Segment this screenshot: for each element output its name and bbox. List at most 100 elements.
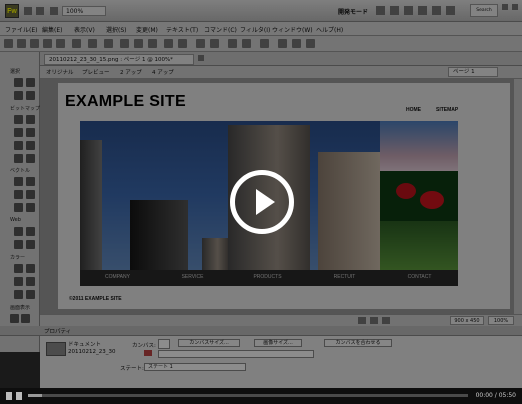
tools-icon[interactable] bbox=[404, 6, 413, 15]
knife-tool-icon[interactable] bbox=[26, 203, 35, 212]
open-icon[interactable] bbox=[17, 39, 26, 48]
view-2up[interactable]: 2 アップ bbox=[120, 68, 142, 76]
view-preview[interactable]: プレビュー bbox=[82, 68, 110, 76]
play-button[interactable] bbox=[230, 170, 294, 234]
vertical-scrollbar[interactable] bbox=[514, 79, 522, 314]
ungroup-icon[interactable] bbox=[178, 39, 187, 48]
wand-tool-icon[interactable] bbox=[14, 128, 23, 137]
swap-colors-icon[interactable] bbox=[26, 290, 35, 299]
marquee-tool-icon[interactable] bbox=[14, 115, 23, 124]
canvas-size-button[interactable]: カンバスサイズ... bbox=[178, 339, 240, 347]
search-field[interactable]: Search bbox=[470, 4, 498, 17]
menu-help[interactable]: ヘルプ(H) bbox=[316, 25, 343, 34]
menu-window[interactable]: ウィンドウ(W) bbox=[272, 25, 313, 34]
send-back-icon[interactable] bbox=[242, 39, 251, 48]
stamp-tool-icon[interactable] bbox=[26, 154, 35, 163]
close-icon[interactable] bbox=[512, 4, 518, 10]
arrow-icon[interactable] bbox=[24, 7, 32, 15]
fit-canvas-button[interactable]: カンバスを合わせる bbox=[324, 339, 392, 347]
close-tab-icon[interactable] bbox=[198, 55, 204, 61]
print-icon[interactable] bbox=[72, 39, 81, 48]
hide-slices-icon[interactable] bbox=[14, 240, 23, 249]
redo-icon[interactable] bbox=[104, 39, 113, 48]
image-size-button[interactable]: 画像サイズ... bbox=[254, 339, 302, 347]
view-original[interactable]: オリジナル bbox=[46, 68, 74, 76]
eyedropper-tool-icon[interactable] bbox=[14, 264, 23, 273]
subselect-tool-icon[interactable] bbox=[26, 78, 35, 87]
rotate-left-icon[interactable] bbox=[278, 39, 287, 48]
flip-icon[interactable] bbox=[306, 39, 315, 48]
folder-icon[interactable] bbox=[418, 6, 427, 15]
crop-tool-icon[interactable] bbox=[26, 91, 35, 100]
zoom-select[interactable]: 100% bbox=[62, 6, 106, 16]
align-icon[interactable] bbox=[260, 39, 269, 48]
properties-header[interactable]: プロパティ bbox=[0, 326, 522, 336]
line-tool-icon[interactable] bbox=[14, 177, 23, 186]
standard-screen-icon[interactable] bbox=[10, 314, 19, 323]
workspace-mode[interactable]: 開発モード bbox=[338, 7, 368, 16]
zoom-readout[interactable]: 100% bbox=[488, 316, 514, 325]
menu-commands[interactable]: コマンド(C) bbox=[204, 25, 237, 34]
canvas-option-select[interactable] bbox=[158, 350, 314, 358]
bucket-tool-icon[interactable] bbox=[26, 264, 35, 273]
hotspot-tool-icon[interactable] bbox=[14, 227, 23, 236]
last-frame-icon[interactable] bbox=[382, 317, 390, 324]
freeform-tool-icon[interactable] bbox=[14, 203, 23, 212]
properties-title: プロパティ bbox=[44, 329, 72, 335]
menu-text[interactable]: テキスト(T) bbox=[166, 25, 198, 34]
group-icon[interactable] bbox=[164, 39, 173, 48]
eraser-tool-icon[interactable] bbox=[26, 141, 35, 150]
pen-tool-icon[interactable] bbox=[26, 177, 35, 186]
undo-icon[interactable] bbox=[88, 39, 97, 48]
page-select[interactable]: ページ 1 bbox=[448, 67, 498, 77]
zoom-icon[interactable] bbox=[50, 7, 58, 15]
slice-tool-icon[interactable] bbox=[26, 227, 35, 236]
menu-filters[interactable]: フィルタ(I) bbox=[240, 25, 270, 34]
menu-file[interactable]: ファイル(E) bbox=[5, 25, 37, 34]
copy-icon[interactable] bbox=[134, 39, 143, 48]
new-icon[interactable] bbox=[4, 39, 13, 48]
split-icon[interactable] bbox=[210, 39, 219, 48]
minimize-icon[interactable] bbox=[502, 4, 508, 10]
cut-icon[interactable] bbox=[120, 39, 129, 48]
bring-front-icon[interactable] bbox=[228, 39, 237, 48]
save-icon[interactable] bbox=[30, 39, 39, 48]
rectangle-tool-icon[interactable] bbox=[14, 190, 23, 199]
play-pause-icon[interactable] bbox=[6, 392, 12, 400]
export-icon[interactable] bbox=[56, 39, 65, 48]
scale-tool-icon[interactable] bbox=[14, 91, 23, 100]
menu-select[interactable]: 選択(S) bbox=[106, 25, 127, 34]
menu-modify[interactable]: 変更(M) bbox=[136, 25, 158, 34]
layout-icon[interactable] bbox=[376, 6, 385, 15]
document-tab[interactable]: 20110212_23_30_15.png : ページ 1 @ 100%* bbox=[44, 54, 194, 65]
rotate-right-icon[interactable] bbox=[292, 39, 301, 48]
stop-icon[interactable] bbox=[16, 392, 22, 400]
menu-edit[interactable]: 編集(E) bbox=[42, 25, 62, 34]
pointer-tool-icon[interactable] bbox=[14, 78, 23, 87]
import-icon[interactable] bbox=[43, 39, 52, 48]
full-screen-menu-icon[interactable] bbox=[21, 314, 30, 323]
progress-track[interactable] bbox=[28, 394, 468, 397]
state-select[interactable]: ステート 1 bbox=[144, 363, 246, 371]
show-slices-icon[interactable] bbox=[26, 240, 35, 249]
pencil-tool-icon[interactable] bbox=[14, 141, 23, 150]
hand-icon[interactable] bbox=[36, 7, 44, 15]
stroke-color-icon[interactable] bbox=[14, 277, 23, 286]
text-tool-icon[interactable] bbox=[26, 190, 35, 199]
default-colors-icon[interactable] bbox=[14, 290, 23, 299]
play-frame-icon[interactable] bbox=[370, 317, 378, 324]
brush-tool-icon[interactable] bbox=[26, 128, 35, 137]
bridge-icon[interactable] bbox=[390, 6, 399, 15]
fill-color-icon[interactable] bbox=[26, 277, 35, 286]
paste-icon[interactable] bbox=[148, 39, 157, 48]
lasso-tool-icon[interactable] bbox=[26, 115, 35, 124]
blur-tool-icon[interactable] bbox=[14, 154, 23, 163]
extend-icon[interactable] bbox=[446, 6, 455, 15]
view-4up[interactable]: 4 アップ bbox=[152, 68, 174, 76]
menu-view[interactable]: 表示(V) bbox=[74, 25, 95, 34]
gear-icon[interactable] bbox=[432, 6, 441, 15]
progress-fill bbox=[28, 394, 42, 397]
first-frame-icon[interactable] bbox=[358, 317, 366, 324]
join-icon[interactable] bbox=[196, 39, 205, 48]
canvas-color-swatch[interactable] bbox=[158, 339, 170, 349]
